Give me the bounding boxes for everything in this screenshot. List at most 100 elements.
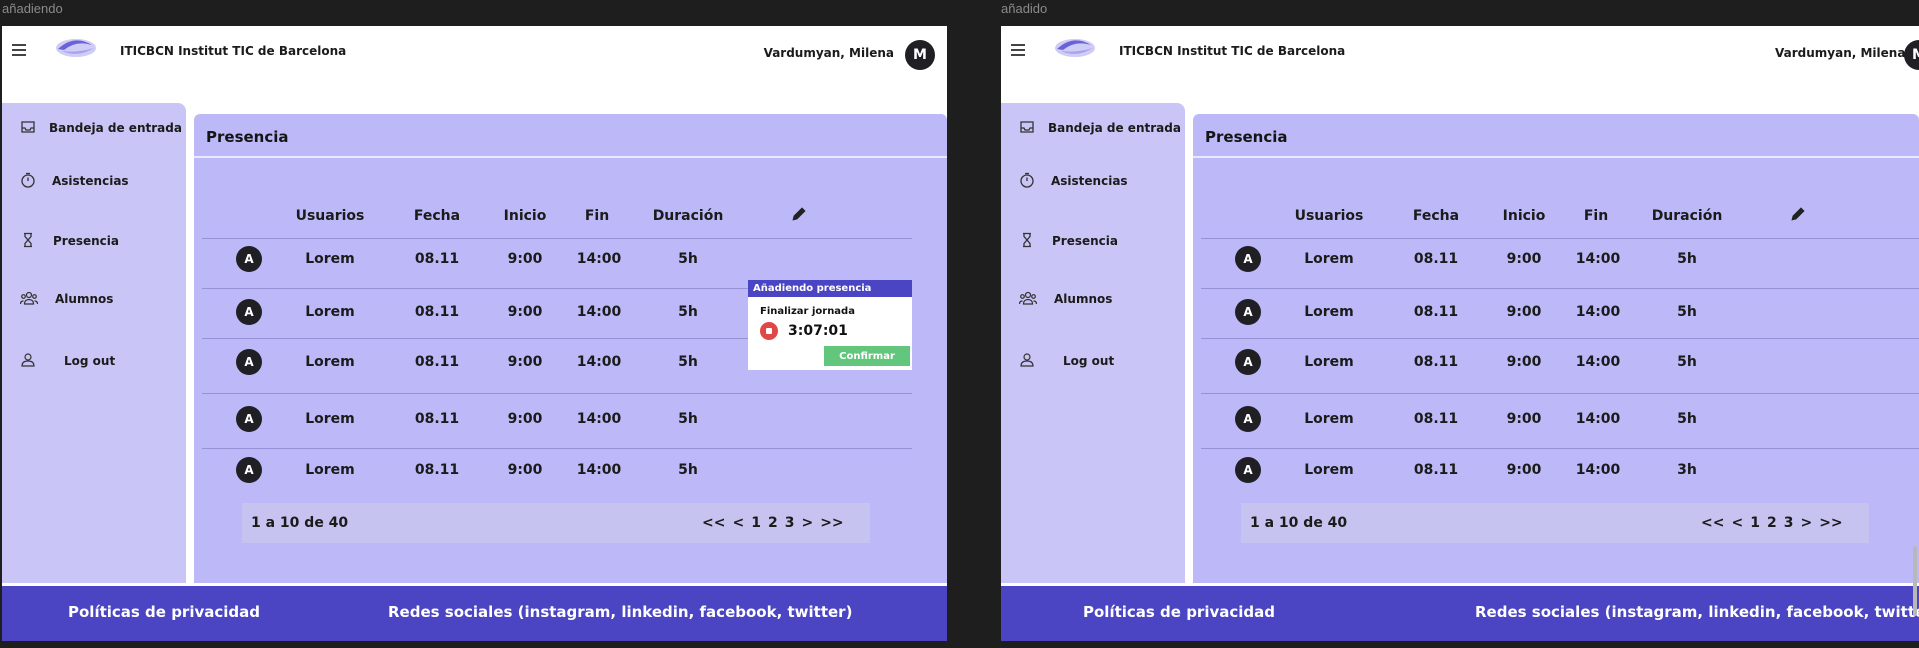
row-divider	[1201, 288, 1919, 289]
sidebar-item-alumnos[interactable]: Alumnos	[2, 284, 186, 314]
sidebar-item-presencia[interactable]: Presencia	[2, 226, 186, 256]
page-3-button[interactable]: 3	[785, 515, 795, 531]
sidebar-item-inbox[interactable]: Bandeja de entrada	[1001, 113, 1185, 143]
column-header-duracion[interactable]: Duración	[653, 208, 724, 224]
column-header-fin[interactable]: Fin	[585, 208, 609, 224]
page-2-button[interactable]: 2	[768, 515, 778, 531]
table-row[interactable]: A Lorem 08.11 9:00 14:00 5h	[1193, 297, 1919, 327]
sidebar-item-label: Presencia	[1052, 234, 1118, 248]
inbox-icon	[21, 121, 35, 133]
edit-pencil-icon[interactable]	[1790, 206, 1806, 222]
sidebar-item-asistencias[interactable]: Asistencias	[2, 166, 186, 196]
timer-icon	[1020, 172, 1034, 188]
sidebar-item-asistencias[interactable]: Asistencias	[1001, 166, 1185, 196]
cell-fecha: 08.11	[1413, 304, 1459, 320]
cell-duracion: 5h	[678, 251, 698, 267]
page-1-button[interactable]: 1	[1750, 515, 1760, 531]
pagination-bar: 1 a 10 de 40 << < 1 2 3 > >>	[242, 503, 870, 543]
cell-fin: 14:00	[576, 251, 622, 267]
next-page-button[interactable]: >	[801, 515, 813, 531]
column-header-fecha[interactable]: Fecha	[414, 208, 460, 224]
table-row[interactable]: A Lorem 08.11 9:00 14:00 5h	[1193, 347, 1919, 377]
page-1-button[interactable]: 1	[751, 515, 761, 531]
group-icon	[1019, 291, 1037, 305]
first-page-button[interactable]: <<	[702, 515, 725, 531]
column-header-inicio[interactable]: Inicio	[1503, 208, 1546, 224]
social-links[interactable]: Redes sociales (instagram, linkedin, fac…	[1475, 603, 1919, 621]
column-header-duracion[interactable]: Duración	[1652, 208, 1723, 224]
timer-icon	[21, 172, 35, 188]
row-divider	[1201, 238, 1919, 239]
cell-usuario: Lorem	[305, 354, 355, 370]
org-name: ITICBCN Institut TIC de Barcelona	[1119, 44, 1346, 58]
row-divider	[1201, 393, 1919, 394]
table-row[interactable]: A Lorem 08.11 9:00 14:00 5h	[1193, 244, 1919, 274]
cell-inicio: 9:00	[1506, 411, 1542, 427]
cell-duracion: 5h	[678, 462, 698, 478]
table-row[interactable]: A Lorem 08.11 9:00 14:00 3h	[1193, 455, 1919, 485]
top-bar: ITICBCN Institut TIC de Barcelona Vardum…	[2, 26, 947, 80]
sidebar-item-logout[interactable]: Log out	[1001, 346, 1185, 376]
edit-pencil-icon[interactable]	[791, 206, 807, 222]
menu-icon[interactable]	[12, 44, 28, 56]
cell-duracion: 5h	[1677, 251, 1697, 267]
table-row[interactable]: A Lorem 08.11 9:00 14:00 5h	[194, 244, 947, 274]
sidebar-item-inbox[interactable]: Bandeja de entrada	[2, 113, 186, 143]
column-header-inicio[interactable]: Inicio	[504, 208, 547, 224]
page-2-button[interactable]: 2	[1767, 515, 1777, 531]
sidebar-item-logout[interactable]: Log out	[2, 346, 186, 376]
cell-usuario: Lorem	[305, 462, 355, 478]
sidebar-item-label: Log out	[1063, 354, 1115, 368]
table-row[interactable]: A Lorem 08.11 9:00 14:00 5h	[194, 404, 947, 434]
user-avatar: A	[1235, 457, 1261, 483]
cell-duracion: 5h	[678, 304, 698, 320]
cell-inicio: 9:00	[1506, 462, 1542, 478]
sidebar: Bandeja de entrada Asistencias Presencia…	[2, 103, 186, 583]
sidebar-item-label: Bandeja de entrada	[1048, 121, 1181, 135]
hourglass-icon	[24, 232, 32, 248]
column-header-fin[interactable]: Fin	[1584, 208, 1608, 224]
cell-usuario: Lorem	[1304, 251, 1354, 267]
cell-duracion: 5h	[678, 411, 698, 427]
column-header-fecha[interactable]: Fecha	[1413, 208, 1459, 224]
privacy-link[interactable]: Políticas de privacidad	[1083, 603, 1275, 621]
cell-fin: 14:00	[1575, 251, 1621, 267]
cell-inicio: 9:00	[1506, 354, 1542, 370]
cell-duracion: 5h	[1677, 354, 1697, 370]
first-page-button[interactable]: <<	[1701, 515, 1724, 531]
privacy-link[interactable]: Políticas de privacidad	[68, 603, 260, 621]
column-header-usuarios[interactable]: Usuarios	[1295, 208, 1364, 224]
scrollbar-thumb[interactable]	[1913, 546, 1917, 616]
cell-fin: 14:00	[1575, 411, 1621, 427]
footer: Políticas de privacidad Redes sociales (…	[1001, 586, 1919, 641]
page-3-button[interactable]: 3	[1784, 515, 1794, 531]
sidebar-item-presencia[interactable]: Presencia	[1001, 226, 1185, 256]
last-page-button[interactable]: >>	[1819, 515, 1842, 531]
page-title: Presencia	[206, 128, 289, 146]
table-row[interactable]: A Lorem 08.11 9:00 14:00 5h	[194, 455, 947, 485]
prev-page-button[interactable]: <	[1731, 515, 1743, 531]
user-avatar: A	[1235, 246, 1261, 272]
cell-inicio: 9:00	[507, 354, 543, 370]
prev-page-button[interactable]: <	[732, 515, 744, 531]
top-bar: ITICBCN Institut TIC de Barcelona Vardum…	[1001, 26, 1919, 80]
last-page-button[interactable]: >>	[820, 515, 843, 531]
user-avatar[interactable]: M	[905, 40, 935, 70]
table-row[interactable]: A Lorem 08.11 9:00 14:00 5h	[1193, 404, 1919, 434]
inbox-icon	[1020, 121, 1034, 133]
cell-fin: 14:00	[1575, 462, 1621, 478]
cell-duracion: 5h	[678, 354, 698, 370]
user-avatar: A	[236, 299, 262, 325]
menu-icon[interactable]	[1011, 44, 1027, 56]
user-avatar[interactable]: M	[1904, 40, 1919, 70]
sidebar-item-label: Asistencias	[52, 174, 129, 188]
stop-icon[interactable]	[760, 322, 778, 340]
next-page-button[interactable]: >	[1800, 515, 1812, 531]
cell-inicio: 9:00	[507, 462, 543, 478]
social-links[interactable]: Redes sociales (instagram, linkedin, fac…	[388, 603, 852, 621]
sidebar-item-alumnos[interactable]: Alumnos	[1001, 284, 1185, 314]
frame-label: añadiendo	[2, 1, 63, 16]
cell-fin: 14:00	[576, 411, 622, 427]
confirm-button[interactable]: Confirmar	[824, 346, 910, 366]
column-header-usuarios[interactable]: Usuarios	[296, 208, 365, 224]
